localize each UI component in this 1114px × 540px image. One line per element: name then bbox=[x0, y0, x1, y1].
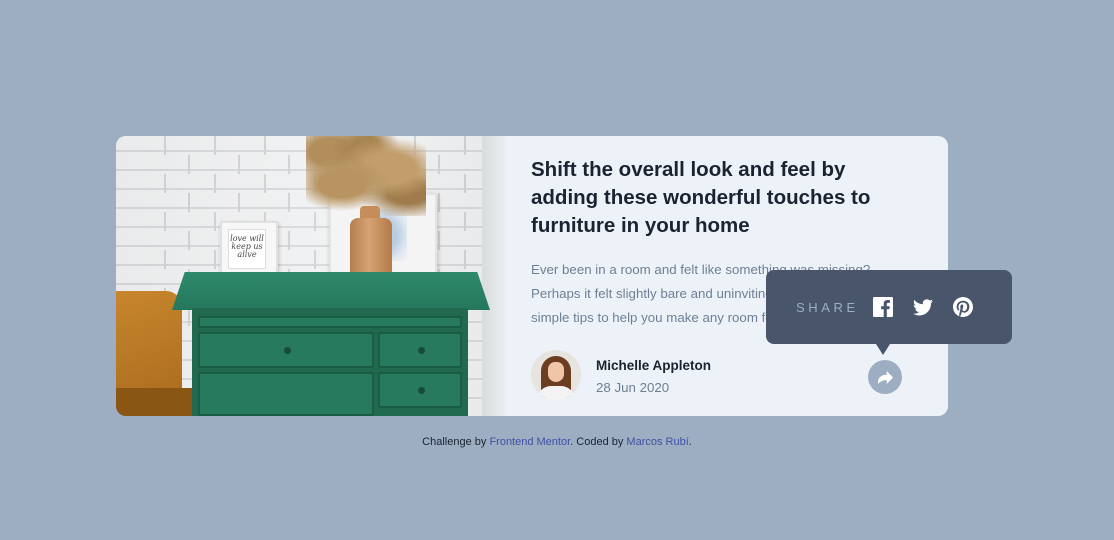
author-name: Michelle Appleton bbox=[596, 358, 712, 373]
twitter-icon[interactable] bbox=[912, 297, 933, 317]
article-title: Shift the overall look and feel by addin… bbox=[531, 158, 871, 237]
attribution: Challenge by Frontend Mentor. Coded by M… bbox=[0, 436, 1114, 448]
frontend-mentor-link[interactable]: Frontend Mentor bbox=[489, 436, 570, 448]
author-link[interactable]: Marcos Rubí bbox=[626, 436, 688, 448]
share-popup: SHARE bbox=[766, 270, 1012, 355]
publish-date: 28 Jun 2020 bbox=[596, 380, 670, 395]
frame-text: love will keep us alive bbox=[228, 229, 266, 269]
share-icon bbox=[877, 370, 893, 384]
furniture-image: love will keep us alive bbox=[116, 136, 506, 416]
author-avatar bbox=[531, 350, 581, 400]
share-button[interactable] bbox=[868, 360, 902, 394]
attribution-suffix: . bbox=[688, 436, 692, 448]
pinterest-icon[interactable] bbox=[952, 297, 973, 317]
attribution-prefix: Challenge by bbox=[422, 436, 490, 448]
facebook-icon[interactable] bbox=[872, 297, 893, 317]
attribution-middle: . Coded by bbox=[570, 436, 627, 448]
share-label: SHARE bbox=[796, 299, 859, 315]
